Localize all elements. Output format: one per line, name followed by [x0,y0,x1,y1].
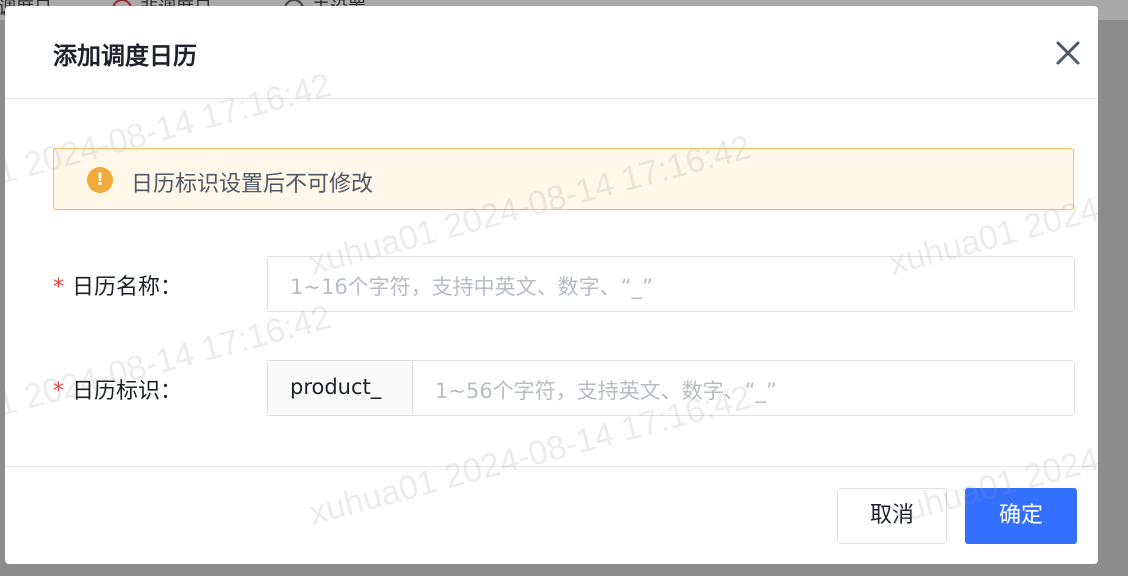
calendar-identifier-input[interactable]: 1~56个字符，支持英文、数字、“_” [413,361,1074,415]
calendar-identifier-label: * 日历标识： [53,379,183,404]
calendar-identifier-placeholder: 1~56个字符，支持英文、数字、“_” [435,379,777,403]
alert-text: 日历标识设置后不可修改 [131,172,374,197]
calendar-name-input[interactable]: 1~16个字符，支持中英文、数字、“_” [267,256,1075,312]
close-icon[interactable] [1053,38,1083,68]
warning-icon: ! [87,167,113,193]
dialog-title: 添加调度日历 [53,42,197,70]
dialog-header: 添加调度日历 [5,6,1098,99]
calendar-name-label: * 日历名称： [53,275,183,300]
footer-divider [5,466,1098,467]
add-calendar-dialog: 添加调度日历 ! 日历标识设置后不可修改 * 日历名称： 1~16个字符，支持中英… [5,6,1098,564]
warning-alert: ! 日历标识设置后不可修改 [53,148,1074,210]
calendar-identifier-input-group: product_ 1~56个字符，支持英文、数字、“_” [267,360,1075,416]
cancel-button[interactable]: 取消 [837,488,947,544]
identifier-prefix-addon: product_ [268,361,413,415]
confirm-button[interactable]: 确定 [965,488,1077,544]
identifier-prefix: product_ [290,375,382,399]
required-mark: * [53,275,64,300]
calendar-name-placeholder: 1~16个字符，支持中英文、数字、“_” [290,275,653,299]
required-mark: * [53,379,64,404]
